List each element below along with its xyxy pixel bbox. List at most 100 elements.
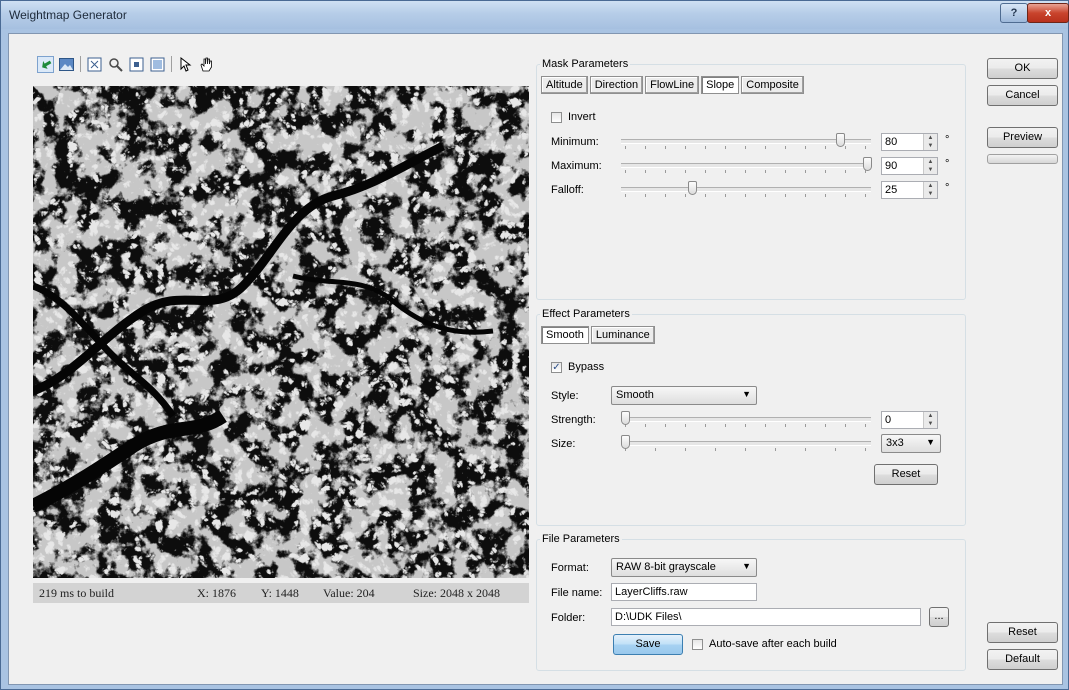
minimum-slider[interactable] <box>621 132 871 150</box>
weightmap-preview-image[interactable] <box>33 86 529 578</box>
file-parameters-group: File Parameters Format: RAW 8-bit graysc… <box>536 533 966 671</box>
mask-tabs: Altitude Direction FlowLine Slope Compos… <box>541 76 804 94</box>
tab-smooth[interactable]: Smooth <box>541 326 589 344</box>
close-button[interactable]: x <box>1027 3 1069 23</box>
format-value: RAW 8-bit grayscale <box>616 561 716 573</box>
weightmap-generator-window: Weightmap Generator ? x 219 ms to build … <box>0 0 1069 690</box>
save-button[interactable]: Save <box>613 634 683 655</box>
invert-label: Invert <box>568 111 596 123</box>
toolbar-separator <box>171 56 172 72</box>
tab-altitude[interactable]: Altitude <box>541 76 588 94</box>
ok-button[interactable]: OK <box>987 58 1058 79</box>
chevron-down-icon: ▼ <box>742 389 751 399</box>
strength-spinbox[interactable]: 0 ▲ ▼ <box>881 411 938 429</box>
folder-label: Folder: <box>551 612 586 624</box>
format-dropdown[interactable]: RAW 8-bit grayscale ▼ <box>611 558 757 577</box>
terrain-texture <box>33 86 529 578</box>
effect-parameters-group: Effect Parameters Smooth Luminance ✓ Byp… <box>536 308 966 526</box>
mask-parameters-label: Mask Parameters <box>540 58 631 70</box>
autosave-label: Auto-save after each build <box>709 638 837 650</box>
help-button[interactable]: ? <box>1000 3 1028 23</box>
invert-checkbox[interactable] <box>551 112 562 123</box>
minimum-label: Minimum: <box>551 136 599 148</box>
toolbar-separator <box>80 56 81 72</box>
minimum-unit: ° <box>945 134 950 146</box>
window-title: Weightmap Generator <box>9 8 127 22</box>
filename-input[interactable]: LayerCliffs.raw <box>611 583 757 601</box>
falloff-slider[interactable] <box>621 180 871 198</box>
hand-pan-icon[interactable] <box>198 56 215 73</box>
size-value: 3x3 <box>886 437 904 449</box>
image-size-text: Size: 2048 x 2048 <box>413 586 500 600</box>
size-dropdown[interactable]: 3x3 ▼ <box>881 434 941 453</box>
zoom-fit-icon[interactable] <box>86 56 103 73</box>
pixel-value-text: Value: 204 <box>323 586 375 600</box>
spin-up-icon[interactable]: ▲ <box>924 134 937 142</box>
style-label: Style: <box>551 390 579 402</box>
filename-value: LayerCliffs.raw <box>615 586 688 598</box>
maximum-value: 90 <box>885 160 898 172</box>
tab-composite[interactable]: Composite <box>741 76 804 94</box>
preview-toolbar <box>37 54 215 74</box>
bypass-label: Bypass <box>568 361 605 373</box>
strength-label: Strength: <box>551 414 596 426</box>
folder-value: D:\UDK Files\ <box>615 611 682 623</box>
build-time-text: 219 ms to build <box>39 586 115 600</box>
folder-input[interactable]: D:\UDK Files\ <box>611 608 921 626</box>
tab-flowline[interactable]: FlowLine <box>645 76 700 94</box>
style-dropdown[interactable]: Smooth ▼ <box>611 386 757 405</box>
spin-up-icon[interactable]: ▲ <box>924 412 937 420</box>
maximum-slider-thumb[interactable] <box>863 157 872 171</box>
falloff-unit: ° <box>945 182 950 194</box>
zoom-out-icon[interactable] <box>149 56 166 73</box>
size-label: Size: <box>551 438 576 450</box>
chevron-down-icon: ▼ <box>926 437 935 447</box>
effect-reset-button[interactable]: Reset <box>874 464 938 485</box>
reset-button[interactable]: Reset <box>987 622 1058 643</box>
filename-label: File name: <box>551 587 603 599</box>
falloff-spinbox[interactable]: 25 ▲ ▼ <box>881 181 938 199</box>
spin-down-icon[interactable]: ▼ <box>924 166 937 174</box>
pointer-icon[interactable] <box>177 56 194 73</box>
falloff-label: Falloff: <box>551 184 584 196</box>
maximum-unit: ° <box>945 158 950 170</box>
minimum-value: 80 <box>885 136 898 148</box>
minimum-spinbox[interactable]: 80 ▲ ▼ <box>881 133 938 151</box>
maximum-slider[interactable] <box>621 156 872 174</box>
image-icon[interactable] <box>58 56 75 73</box>
tab-direction[interactable]: Direction <box>589 76 644 94</box>
autosave-checkbox[interactable] <box>692 639 703 650</box>
maximum-label: Maximum: <box>551 160 602 172</box>
cancel-button[interactable]: Cancel <box>987 85 1058 106</box>
format-label: Format: <box>551 562 589 574</box>
refresh-icon[interactable] <box>37 55 54 73</box>
strength-value: 0 <box>885 414 892 426</box>
tab-luminance[interactable]: Luminance <box>590 326 655 344</box>
tab-slope[interactable]: Slope <box>701 76 740 94</box>
browse-folder-button[interactable]: ... <box>929 607 949 627</box>
spin-up-icon[interactable]: ▲ <box>924 182 937 190</box>
size-slider-thumb[interactable] <box>621 435 630 449</box>
spin-up-icon[interactable]: ▲ <box>924 158 937 166</box>
maximum-spinbox[interactable]: 90 ▲ ▼ <box>881 157 938 175</box>
style-value: Smooth <box>616 389 654 401</box>
preview-button[interactable]: Preview <box>987 127 1058 148</box>
cursor-x-text: X: 1876 <box>197 586 236 600</box>
zoom-in-icon[interactable] <box>128 56 145 73</box>
size-slider[interactable] <box>621 434 871 452</box>
title-bar[interactable]: Weightmap Generator ? x <box>1 1 1069 29</box>
strength-slider-thumb[interactable] <box>621 411 630 425</box>
minimum-slider-thumb[interactable] <box>836 133 846 147</box>
default-button[interactable]: Default <box>987 649 1058 670</box>
preview-status-bar: 219 ms to build X: 1876 Y: 1448 Value: 2… <box>33 583 529 603</box>
spin-down-icon[interactable]: ▼ <box>924 420 937 428</box>
bypass-checkbox[interactable]: ✓ <box>551 362 562 373</box>
spin-down-icon[interactable]: ▼ <box>924 190 937 198</box>
strength-slider[interactable] <box>621 410 871 428</box>
mask-parameters-group: Mask Parameters Altitude Direction FlowL… <box>536 58 966 300</box>
dialog-client-area: 219 ms to build X: 1876 Y: 1448 Value: 2… <box>8 33 1063 685</box>
falloff-slider-thumb[interactable] <box>688 181 698 195</box>
effect-tabs: Smooth Luminance <box>541 326 655 344</box>
spin-down-icon[interactable]: ▼ <box>924 142 937 150</box>
zoom-100-icon[interactable] <box>107 56 124 73</box>
